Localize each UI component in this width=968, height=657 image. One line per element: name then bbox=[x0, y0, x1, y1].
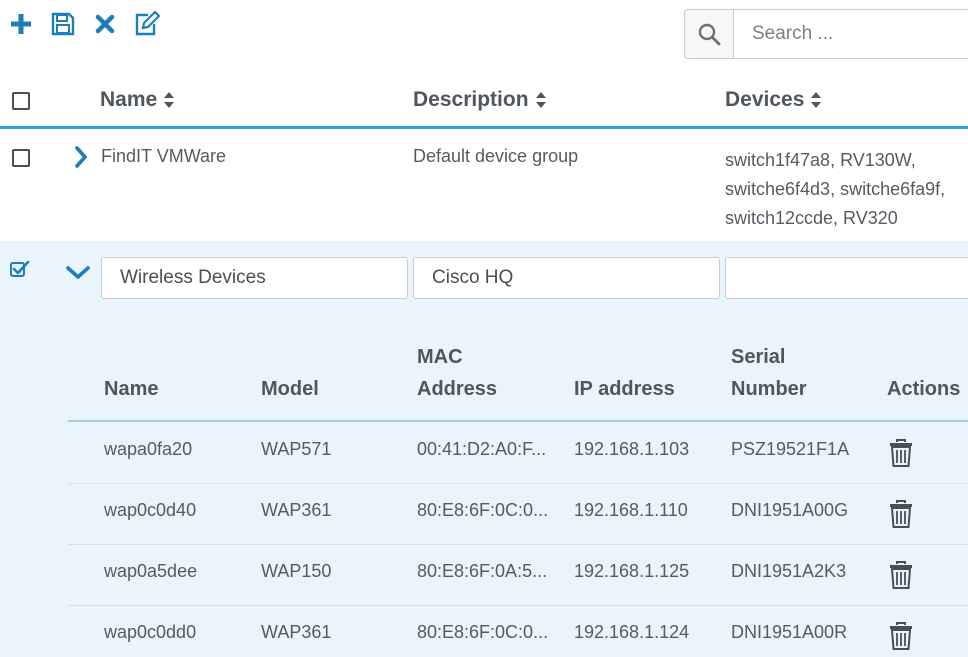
device-mac: 00:41:D2:A0:F... bbox=[417, 439, 547, 459]
device-serial: DNI1951A00G bbox=[731, 500, 849, 520]
edit-button[interactable] bbox=[134, 11, 160, 37]
device-ip: 192.168.1.124 bbox=[574, 622, 690, 642]
trash-icon[interactable] bbox=[888, 499, 914, 529]
group-description: Default device group bbox=[413, 146, 579, 166]
group-devices-line: switch12ccde, RV320 bbox=[725, 208, 898, 228]
device-ip: 192.168.1.125 bbox=[574, 561, 690, 581]
device-subtable: Name Model MAC Address IP address Serial… bbox=[0, 317, 968, 657]
cancel-button[interactable] bbox=[92, 11, 118, 37]
close-icon bbox=[95, 14, 115, 34]
device-name: wap0a5dee bbox=[104, 561, 198, 581]
subtable-serial-header: Serial bbox=[731, 346, 786, 368]
group-devices-line: switche6f4d3, switche6fa9f, bbox=[725, 179, 946, 199]
select-all-checkbox[interactable] bbox=[12, 92, 30, 110]
device-serial: DNI1951A2K3 bbox=[731, 561, 847, 581]
device-model: WAP571 bbox=[261, 439, 332, 459]
plus-icon bbox=[11, 14, 31, 34]
row-checkbox[interactable] bbox=[12, 149, 30, 167]
trash-icon[interactable] bbox=[888, 621, 914, 651]
checked-checkbox-icon[interactable] bbox=[10, 260, 30, 278]
subtable-actions-header: Actions bbox=[887, 378, 961, 400]
group-name-input[interactable] bbox=[101, 257, 408, 299]
subtable-ip-header: IP address bbox=[574, 378, 675, 400]
devices-column-header[interactable]: Devices bbox=[725, 88, 822, 112]
subtable-header: Name Model MAC Address IP address Serial… bbox=[68, 317, 968, 422]
toolbar bbox=[8, 8, 160, 40]
search-icon bbox=[698, 23, 721, 46]
device-name: wap0c0d40 bbox=[104, 500, 197, 520]
group-description-input[interactable] bbox=[413, 257, 720, 299]
search-input[interactable] bbox=[734, 10, 968, 58]
group-devices-input[interactable] bbox=[725, 257, 968, 299]
description-header-label: Description bbox=[413, 88, 529, 111]
device-mac: 80:E8:6F:0C:0... bbox=[417, 500, 549, 520]
chevron-right-icon[interactable] bbox=[74, 146, 88, 168]
device-mac: 80:E8:6F:0A:5... bbox=[417, 561, 548, 581]
sort-icon bbox=[164, 92, 175, 108]
subtable-mac-header: Address bbox=[417, 378, 498, 400]
device-serial: DNI1951A00R bbox=[731, 622, 848, 642]
subtable-name-header: Name bbox=[104, 378, 159, 400]
group-name: FindIT VMWare bbox=[101, 146, 227, 166]
name-column-header[interactable]: Name bbox=[100, 88, 175, 112]
device-ip: 192.168.1.103 bbox=[574, 439, 690, 459]
device-ip: 192.168.1.110 bbox=[574, 500, 688, 520]
trash-icon[interactable] bbox=[888, 438, 914, 468]
devices-header-label: Devices bbox=[725, 88, 805, 111]
device-model: WAP361 bbox=[261, 500, 332, 520]
device-model: WAP150 bbox=[261, 561, 332, 581]
edit-icon bbox=[135, 11, 160, 36]
device-name: wapa0fa20 bbox=[104, 439, 193, 459]
device-row: wap0c0dd0 WAP361 80:E8:6F:0C:0... 192.16… bbox=[68, 605, 968, 657]
description-column-header[interactable]: Description bbox=[413, 88, 547, 112]
search-button[interactable] bbox=[685, 10, 734, 58]
search-box bbox=[684, 9, 968, 59]
chevron-down-icon[interactable] bbox=[66, 266, 90, 280]
subtable-serial-header: Number bbox=[731, 378, 807, 400]
table-row[interactable]: FindIT VMWare Default device group switc… bbox=[0, 129, 968, 241]
sort-icon bbox=[535, 92, 546, 108]
save-icon bbox=[51, 12, 75, 36]
name-header-label: Name bbox=[100, 88, 158, 111]
device-row: wap0c0d40 WAP361 80:E8:6F:0C:0... 192.16… bbox=[68, 483, 968, 545]
device-row: wapa0fa20 WAP571 00:41:D2:A0:F... 192.16… bbox=[68, 422, 968, 484]
group-devices-line: switch1f47a8, RV130W, bbox=[725, 150, 916, 170]
sort-icon bbox=[811, 92, 822, 108]
device-name: wap0c0dd0 bbox=[104, 622, 197, 642]
device-model: WAP361 bbox=[261, 622, 332, 642]
device-serial: PSZ19521F1A bbox=[731, 439, 850, 459]
device-row: wap0a5dee WAP150 80:E8:6F:0A:5... 192.16… bbox=[68, 544, 968, 606]
add-button[interactable] bbox=[8, 11, 34, 37]
trash-icon[interactable] bbox=[888, 560, 914, 590]
save-button[interactable] bbox=[50, 11, 76, 37]
subtable-mac-header: MAC bbox=[417, 346, 463, 368]
device-mac: 80:E8:6F:0C:0... bbox=[417, 622, 549, 642]
table-row-expanded[interactable] bbox=[0, 241, 968, 317]
device-groups-page: Name Description Devices FindIT VMWare D… bbox=[0, 0, 968, 657]
subtable-model-header: Model bbox=[261, 378, 319, 400]
table-header: Name Description Devices bbox=[0, 78, 968, 129]
